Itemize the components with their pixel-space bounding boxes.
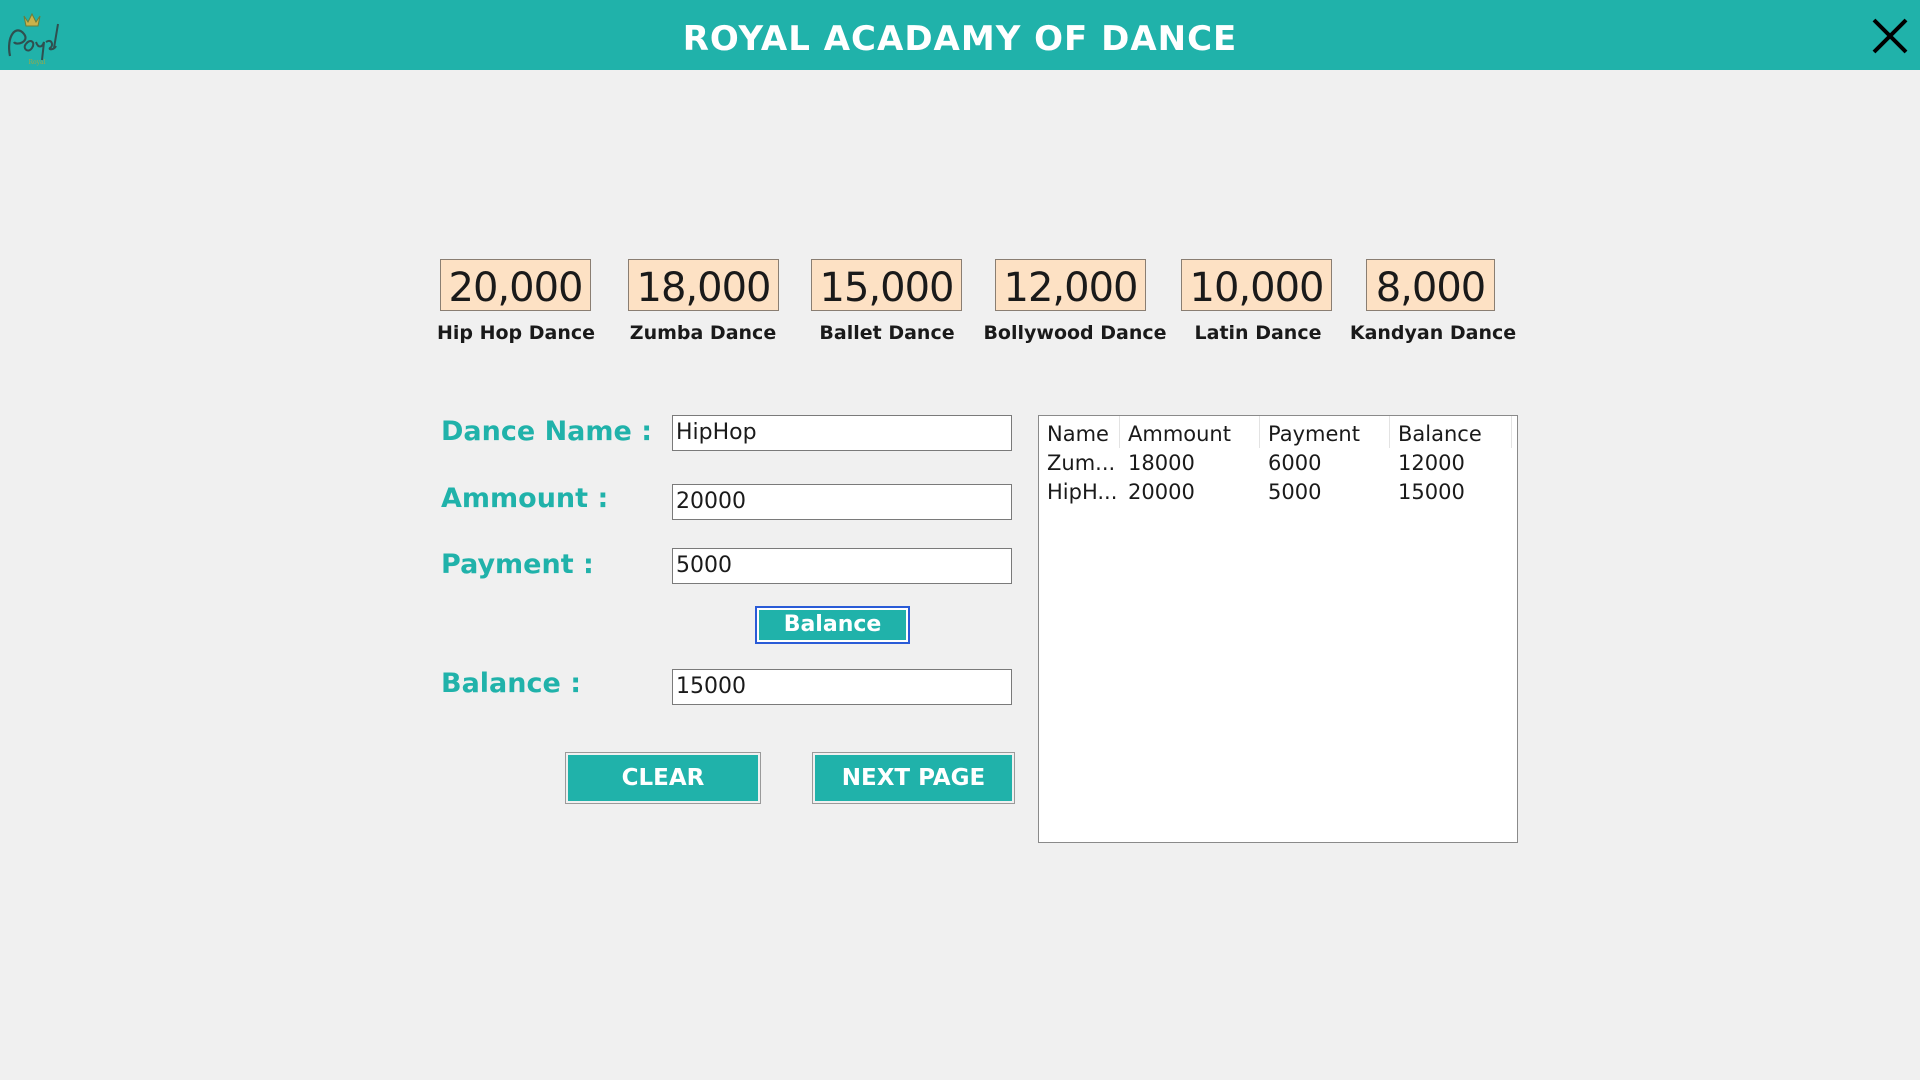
- price-card-hip-hop: 20,000: [440, 259, 591, 311]
- price-label-latin: Latin Dance: [1194, 322, 1322, 344]
- column-header-payment[interactable]: Payment: [1260, 416, 1390, 448]
- title-bar: Royal ROYAL ACADAMY OF DANCE: [0, 0, 1920, 70]
- cell-amount: 20000: [1128, 480, 1195, 504]
- column-header-name[interactable]: Name: [1039, 416, 1120, 448]
- amount-label: Ammount :: [441, 483, 609, 514]
- price-card-ballet: 15,000: [811, 259, 962, 311]
- app-title: ROYAL ACADAMY OF DANCE: [682, 19, 1238, 59]
- price-card-bollywood: 12,000: [995, 259, 1146, 311]
- close-icon[interactable]: [1868, 14, 1912, 58]
- next-page-button[interactable]: NEXT PAGE: [812, 752, 1015, 804]
- cell-name: HipH...: [1047, 480, 1118, 504]
- cell-payment: 5000: [1268, 480, 1322, 504]
- cell-name: Zum...: [1047, 451, 1116, 475]
- price-label-ballet: Ballet Dance: [819, 322, 955, 344]
- cell-balance: 15000: [1398, 480, 1465, 504]
- price-label-hip-hop: Hip Hop Dance: [436, 322, 596, 344]
- cell-balance: 12000: [1398, 451, 1465, 475]
- balance-button[interactable]: Balance: [755, 606, 910, 644]
- price-card-latin: 10,000: [1181, 259, 1332, 311]
- payment-field[interactable]: 5000: [672, 548, 1012, 584]
- column-header-amount[interactable]: Ammount: [1120, 416, 1260, 448]
- balance-label: Balance :: [441, 668, 582, 699]
- cell-payment: 6000: [1268, 451, 1322, 475]
- dance-name-label: Dance Name :: [441, 416, 653, 447]
- cell-amount: 18000: [1128, 451, 1195, 475]
- price-label-zumba: Zumba Dance: [629, 322, 777, 344]
- price-label-kandyan: Kandyan Dance: [1349, 322, 1517, 344]
- price-label-bollywood: Bollywood Dance: [983, 322, 1167, 344]
- balance-field[interactable]: 15000: [672, 669, 1012, 705]
- amount-field[interactable]: 20000: [672, 484, 1012, 520]
- clear-button[interactable]: CLEAR: [565, 752, 761, 804]
- payment-label: Payment :: [441, 549, 594, 580]
- table-header: Name Ammount Payment Balance: [1039, 416, 1515, 448]
- price-card-kandyan: 8,000: [1366, 259, 1495, 311]
- price-card-zumba: 18,000: [628, 259, 779, 311]
- dance-name-field[interactable]: HipHop: [672, 415, 1012, 451]
- table-row[interactable]: HipH... 20000 5000 15000: [1039, 478, 1515, 507]
- table-row[interactable]: Zum... 18000 6000 12000: [1039, 449, 1515, 478]
- column-header-balance[interactable]: Balance: [1390, 416, 1512, 448]
- records-table[interactable]: Name Ammount Payment Balance Zum... 1800…: [1038, 415, 1518, 843]
